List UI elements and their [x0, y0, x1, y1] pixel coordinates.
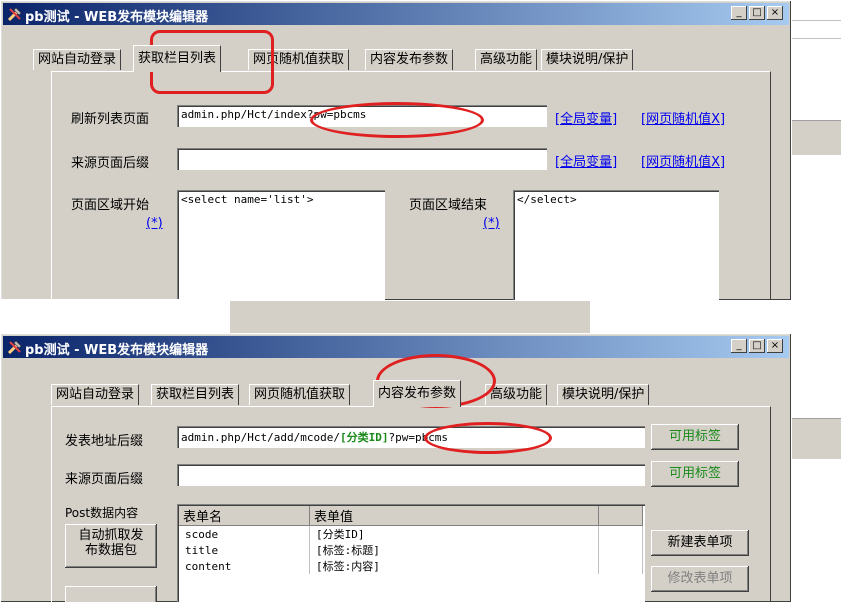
tab-module-info[interactable]: 模块说明/保护 — [541, 49, 634, 70]
table-cell: scode — [179, 525, 310, 542]
tab-get-column-list[interactable]: 获取栏目列表 — [133, 45, 222, 72]
global-variable-link[interactable]: [全局变量] — [555, 151, 617, 170]
column-header-empty — [598, 506, 643, 526]
background-window-strip — [790, 120, 841, 155]
region-end-textarea[interactable]: </select> — [513, 190, 719, 300]
source-suffix-input[interactable] — [177, 148, 547, 170]
title-bar[interactable]: pb测试 - WEB发布模块编辑器 _ □ × — [3, 3, 789, 25]
available-tags-button[interactable]: 可用标签 — [651, 424, 739, 450]
table-cell: [分类ID] — [309, 525, 599, 542]
tools-icon — [7, 340, 22, 355]
background-window-line — [790, 20, 841, 21]
tab-auto-login[interactable]: 网站自动登录 — [33, 49, 122, 70]
random-value-link[interactable]: [网页随机值X] — [641, 108, 725, 127]
region-end-star-link[interactable]: (*) — [483, 216, 500, 231]
source-suffix-label: 来源页面后缀 — [71, 156, 150, 171]
column-header-form-name[interactable]: 表单名 — [179, 506, 310, 526]
annotation-ellipse — [424, 422, 552, 454]
minimize-button[interactable]: _ — [731, 339, 747, 353]
tab-get-column-list[interactable]: 获取栏目列表 — [151, 384, 240, 405]
post-address-input[interactable]: admin.php/Hct/add/mcode/[分类ID]?pw=pbcms — [177, 426, 645, 448]
auto-capture-label: 自动抓取发布数据包 — [78, 528, 144, 558]
tab-auto-login[interactable]: 网站自动登录 — [51, 384, 140, 405]
post-data-table[interactable]: 表单名 表单值 scode [分类ID] title [标签:标题] conte… — [179, 506, 643, 574]
source-suffix-label: 来源页面后缀 — [65, 472, 144, 487]
table-cell: [标签:内容] — [309, 558, 599, 574]
global-variable-link[interactable]: [全局变量] — [555, 108, 617, 127]
source-suffix-input[interactable] — [177, 464, 645, 486]
background-window-line — [790, 38, 841, 39]
table-cell — [598, 558, 643, 574]
new-form-item-button[interactable]: 新建表单项 — [651, 530, 749, 556]
maximize-button[interactable]: □ — [749, 339, 765, 353]
post-address-label: 发表地址后缀 — [65, 434, 144, 449]
table-cell: title — [179, 542, 310, 558]
region-start-star-link[interactable]: (*) — [146, 216, 163, 231]
background-window-strip — [790, 418, 841, 459]
background-toolbar-strip — [230, 300, 590, 333]
window-title: pb测试 - WEB发布模块编辑器 — [25, 343, 209, 358]
annotation-ellipse — [310, 102, 484, 138]
post-address-prefix: admin.php/Hct/add/mcode/ — [181, 431, 340, 444]
table-cell: [标签:标题] — [309, 542, 599, 558]
tab-random-value[interactable]: 网页随机值获取 — [249, 384, 351, 405]
maximize-button[interactable]: □ — [749, 6, 765, 20]
edit-form-item-button[interactable]: 修改表单项 — [651, 566, 749, 592]
table-row[interactable]: scode [分类ID] — [179, 525, 643, 542]
column-header-form-value[interactable]: 表单值 — [309, 506, 599, 526]
title-bar[interactable]: pb测试 - WEB发布模块编辑器 _ □ × — [3, 336, 789, 358]
random-value-link[interactable]: [网页随机值X] — [641, 151, 725, 170]
tab-module-info[interactable]: 模块说明/保护 — [557, 384, 650, 405]
screenshot-gap — [0, 299, 230, 333]
tab-advanced[interactable]: 高级功能 — [475, 49, 538, 70]
table-cell — [598, 542, 643, 558]
table-row[interactable]: content [标签:内容] — [179, 558, 643, 574]
close-button[interactable]: × — [767, 339, 783, 353]
tab-publish-params[interactable]: 内容发布参数 — [373, 380, 462, 407]
table-cell: content — [179, 558, 310, 574]
table-row[interactable]: title [标签:标题] — [179, 542, 643, 558]
auto-capture-button[interactable]: 自动抓取发布数据包 — [65, 524, 157, 568]
tab-publish-params[interactable]: 内容发布参数 — [365, 49, 454, 70]
close-button[interactable]: × — [767, 6, 783, 20]
auto-capture-button-secondary[interactable] — [65, 586, 157, 602]
region-start-label: 页面区域开始 — [71, 198, 150, 213]
refresh-list-label: 刷新列表页面 — [71, 112, 150, 127]
post-data-label: Post数据内容 — [65, 506, 139, 520]
window-title: pb测试 - WEB发布模块编辑器 — [25, 10, 209, 25]
tools-icon — [7, 7, 22, 22]
region-start-textarea[interactable]: <select name='list'> — [177, 190, 385, 300]
available-tags-button[interactable]: 可用标签 — [651, 461, 739, 487]
table-cell — [598, 525, 643, 542]
post-address-tag: [分类ID] — [339, 431, 389, 444]
region-end-label: 页面区域结束 — [409, 198, 488, 213]
editor-window-top: pb测试 - WEB发布模块编辑器 _ □ × 网站自动登录 获取栏目列表 网页… — [0, 0, 792, 301]
minimize-button[interactable]: _ — [731, 6, 747, 20]
